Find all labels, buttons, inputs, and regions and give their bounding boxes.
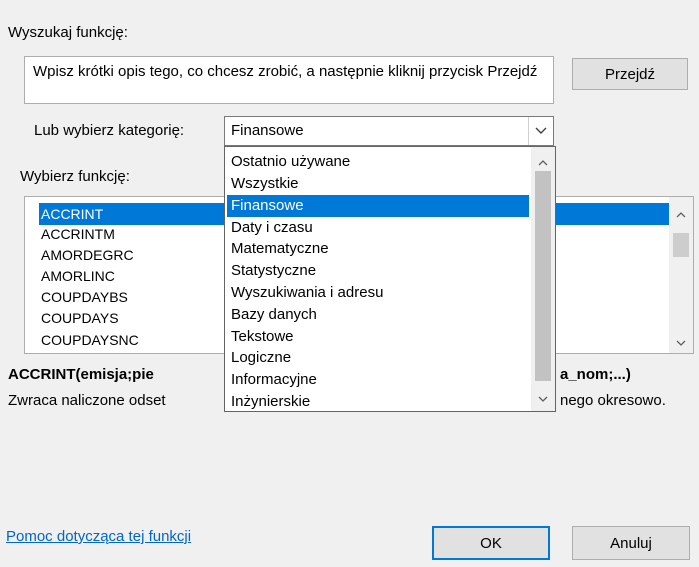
category-select-value: Finansowe	[231, 122, 304, 139]
go-button[interactable]: Przejdź	[572, 58, 688, 90]
function-description: Zwraca naliczone odset	[8, 392, 166, 409]
function-item[interactable]: ACCRINTM	[41, 223, 115, 245]
category-option[interactable]: Statystyczne	[227, 260, 529, 282]
function-item[interactable]: AMORLINC	[41, 265, 115, 287]
category-option[interactable]: Matematyczne	[227, 238, 529, 260]
scroll-up-icon[interactable]	[531, 153, 555, 171]
chevron-down-icon[interactable]	[528, 117, 553, 145]
scroll-up-icon[interactable]	[669, 205, 693, 223]
category-select[interactable]: Finansowe	[224, 116, 554, 146]
cancel-button[interactable]: Anuluj	[572, 526, 690, 560]
category-option[interactable]: Tekstowe	[227, 326, 529, 348]
category-option[interactable]: Daty i czasu	[227, 217, 529, 239]
category-option[interactable]: Ostatnio używane	[227, 151, 529, 173]
search-input[interactable]: Wpisz krótki opis tego, co chcesz zrobić…	[24, 56, 554, 104]
functions-label: Wybierz funkcję:	[20, 168, 130, 185]
function-signature-end: a_nom;...)	[560, 366, 631, 383]
function-item[interactable]: AMORDEGRC	[41, 244, 134, 266]
category-option[interactable]: Informacyjne	[227, 369, 529, 391]
scroll-down-icon[interactable]	[669, 333, 693, 351]
search-label: Wyszukaj funkcję:	[8, 24, 128, 41]
function-list-scrollbar[interactable]	[669, 197, 693, 353]
category-option[interactable]: Wyszukiwania i adresu	[227, 282, 529, 304]
category-option[interactable]: Inżynierskie	[227, 391, 529, 411]
function-item[interactable]: COUPDAYBS	[41, 286, 128, 308]
function-item[interactable]: COUPDAYS	[41, 307, 119, 329]
category-option[interactable]: Bazy danych	[227, 304, 529, 326]
category-option-highlighted[interactable]: Finansowe	[227, 195, 529, 217]
function-item[interactable]: COUPDAYSNC	[41, 329, 139, 351]
function-signature: ACCRINT(emisja;pie	[8, 366, 154, 383]
category-label: Lub wybierz kategorię:	[34, 122, 185, 139]
dropdown-scrollbar[interactable]	[531, 147, 555, 411]
scroll-thumb[interactable]	[673, 233, 689, 257]
help-link[interactable]: Pomoc dotycząca tej funkcji	[6, 528, 191, 545]
scroll-thumb[interactable]	[535, 171, 551, 381]
category-dropdown[interactable]: Ostatnio używane Wszystkie Finansowe Dat…	[224, 146, 556, 412]
function-description-end: nego okresowo.	[560, 392, 666, 409]
category-option[interactable]: Logiczne	[227, 347, 529, 369]
scroll-down-icon[interactable]	[531, 389, 555, 407]
ok-button[interactable]: OK	[432, 526, 550, 560]
category-option[interactable]: Wszystkie	[227, 173, 529, 195]
